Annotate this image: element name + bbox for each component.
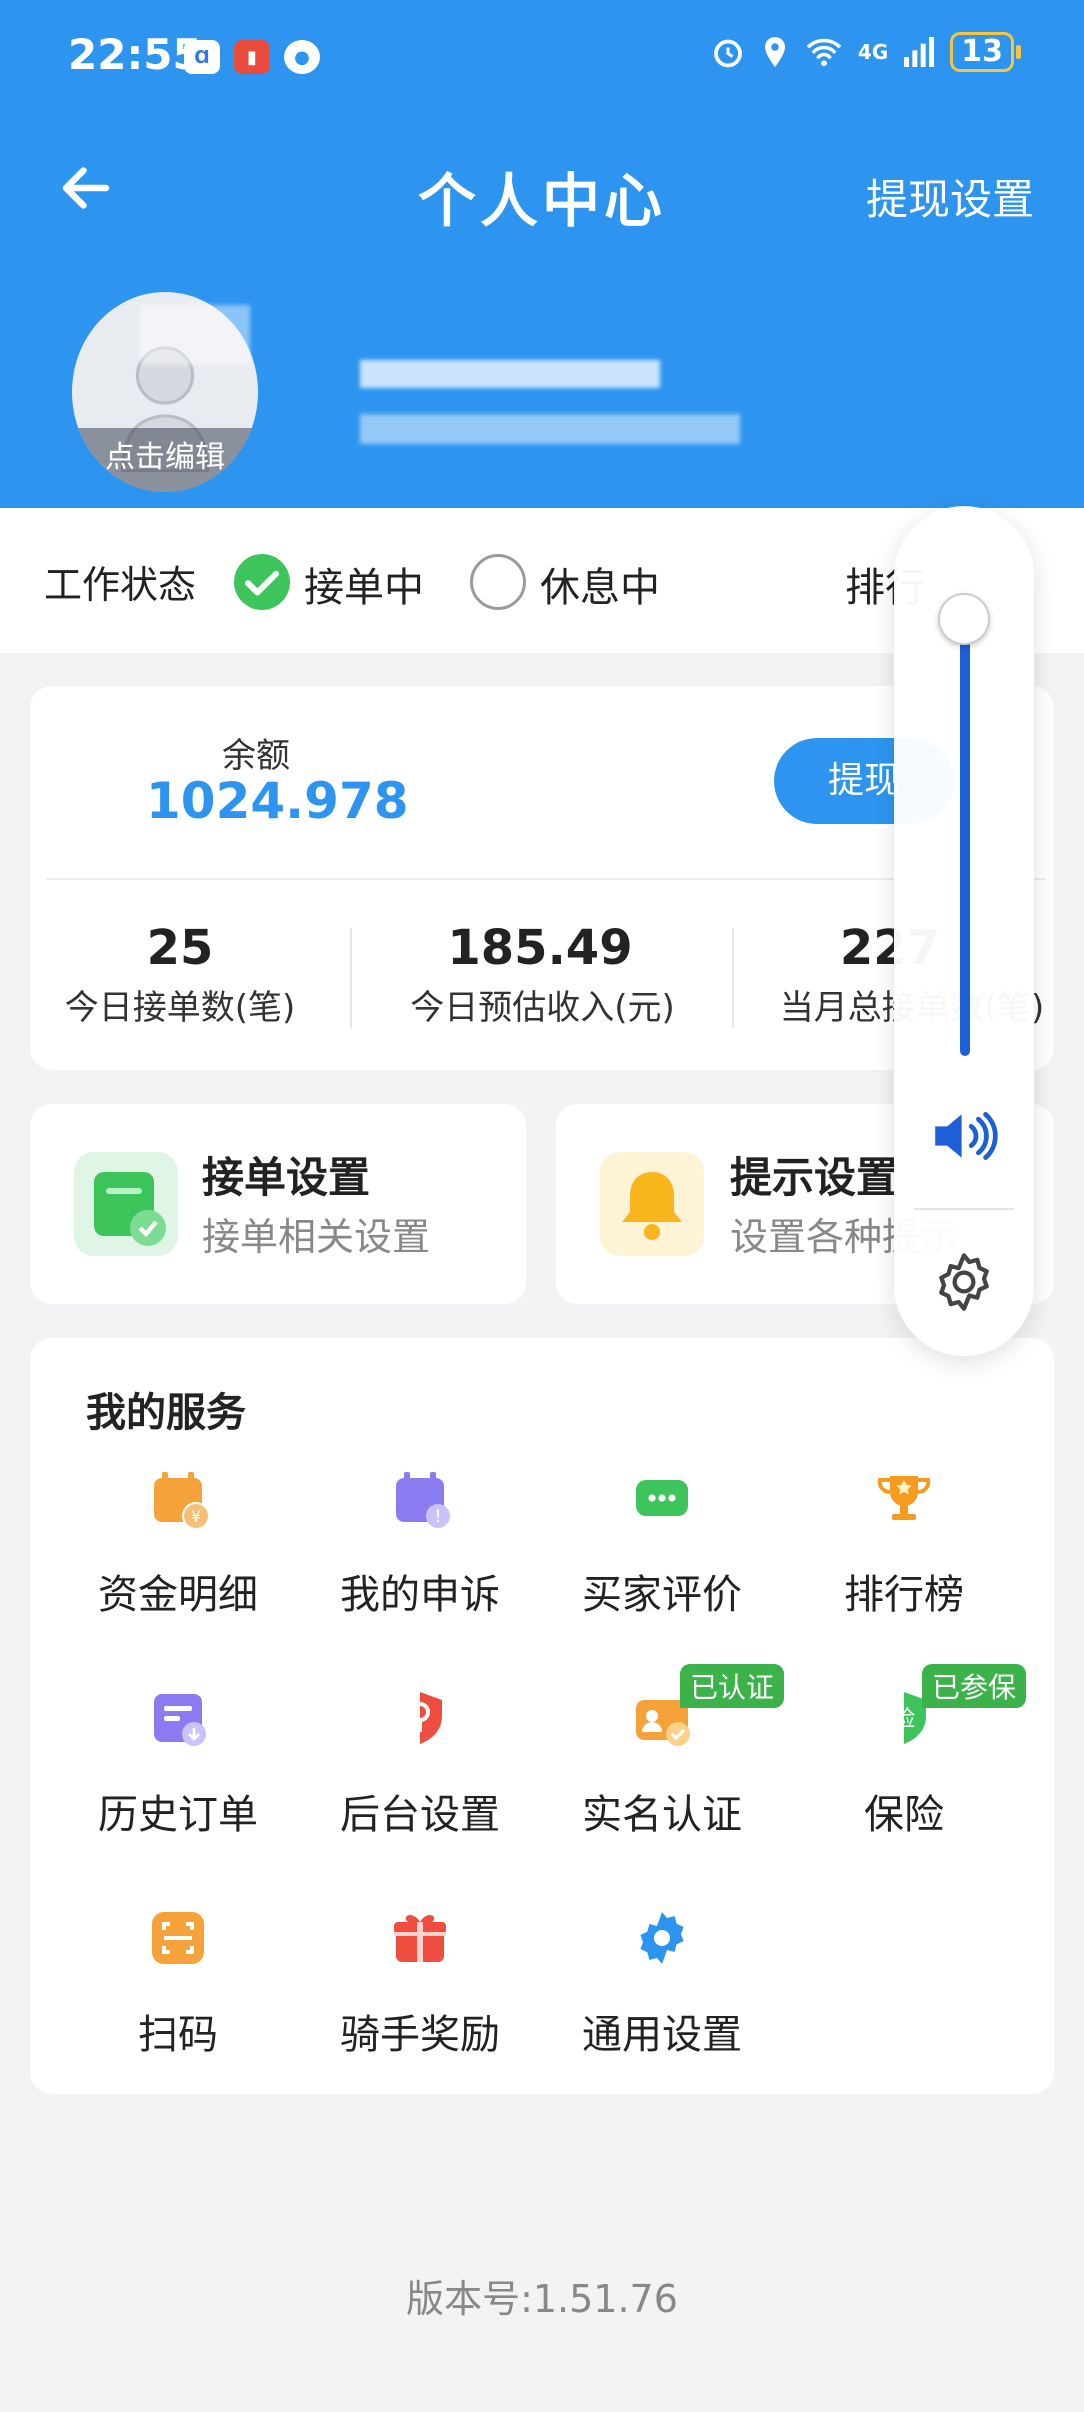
- svg-text:险: 险: [893, 1707, 915, 1732]
- checkmark-icon: [244, 570, 280, 596]
- service-status-badge: 已参保: [922, 1664, 1027, 1708]
- volume-slider-track[interactable]: [960, 619, 970, 1056]
- service-item-label[interactable]: 我的申诉: [300, 1562, 540, 1620]
- status-indicators: 4G 13: [710, 32, 1021, 72]
- volume-divider: [914, 1208, 1014, 1210]
- services-title: 我的服务: [86, 1390, 246, 1436]
- gear-icon: [640, 1912, 684, 1964]
- location-icon: [764, 37, 785, 67]
- signal-icon: [904, 37, 935, 67]
- service-status-badge: 已认证: [680, 1664, 785, 1708]
- status-bar: 22:55 Ɑ ▮ ● 4G 13: [0, 0, 1084, 110]
- service-item-label[interactable]: 实名认证: [542, 1782, 782, 1840]
- stat-divider: [732, 928, 734, 1028]
- network-type: 4G: [857, 40, 889, 64]
- stat-divider: [350, 928, 352, 1028]
- gift-icon: [394, 1915, 446, 1962]
- balance-value: 1024.978: [146, 772, 409, 830]
- service-item-label[interactable]: 保险: [784, 1782, 1024, 1840]
- notification-icons: Ɑ ▮ ●: [184, 40, 320, 74]
- service-item-label[interactable]: 通用设置: [542, 2002, 782, 2060]
- avatar-edit-label: 点击编辑: [72, 428, 258, 492]
- order-settings-subtitle: 接单相关设置: [202, 1215, 431, 1259]
- radio-resting[interactable]: [470, 554, 526, 610]
- work-status-label: 工作状态: [44, 563, 197, 607]
- svg-text:¥: ¥: [191, 1507, 201, 1526]
- redacted-block: [140, 305, 250, 365]
- alarm-icon: [714, 39, 742, 68]
- svg-text:!: !: [434, 1506, 441, 1527]
- app-notification-icon: Ɑ: [184, 40, 220, 74]
- app-notification-icon: ▮: [234, 40, 270, 74]
- service-item-label[interactable]: 买家评价: [542, 1562, 782, 1620]
- gear-icon[interactable]: [932, 1250, 996, 1314]
- service-item-label[interactable]: 历史订单: [58, 1782, 298, 1840]
- wifi-icon: [806, 38, 842, 67]
- location-shield-icon: [410, 1692, 442, 1744]
- appeal-icon: !: [396, 1472, 450, 1528]
- stat-today-orders-value: 25: [146, 920, 214, 976]
- version-text: 版本号:1.51.76: [406, 2277, 678, 2321]
- stat-today-orders-label: 今日接单数(笔): [64, 988, 296, 1028]
- stat-today-income-label: 今日预估收入(元): [410, 988, 675, 1028]
- order-settings-icon: [74, 1152, 178, 1256]
- redacted-phone: [360, 414, 740, 444]
- radio-accepting-label[interactable]: 接单中: [304, 555, 424, 613]
- message-notification-icon: ●: [284, 40, 320, 74]
- fund-detail-icon: ¥: [154, 1472, 210, 1530]
- radio-resting-label[interactable]: 休息中: [540, 555, 660, 613]
- battery-indicator: 13: [950, 32, 1021, 72]
- withdraw-settings-link[interactable]: 提现设置: [866, 166, 1034, 227]
- service-item-label[interactable]: 后台设置: [300, 1782, 540, 1840]
- header: 22:55 Ɑ ▮ ● 4G 13 个人中心 提现设置 点击编辑: [0, 0, 1084, 508]
- stat-today-income-value: 185.49: [447, 920, 633, 976]
- order-settings-title: 接单设置: [202, 1153, 371, 1202]
- trophy-icon: [877, 1476, 931, 1520]
- chat-icon: [636, 1480, 688, 1516]
- notification-settings-title: 提示设置: [730, 1153, 899, 1202]
- bell-icon: [600, 1152, 704, 1256]
- volume-slider-knob[interactable]: [938, 593, 990, 645]
- redacted-name: [360, 360, 660, 388]
- service-item-label[interactable]: 骑手奖励: [300, 2002, 540, 2060]
- balance-label: 余额: [222, 736, 290, 776]
- service-item-label[interactable]: 扫码: [58, 2002, 298, 2060]
- history-order-icon: [154, 1694, 206, 1746]
- volume-panel[interactable]: [894, 506, 1034, 1356]
- service-item-label[interactable]: 排行榜: [784, 1562, 1024, 1620]
- radio-accepting-orders[interactable]: [234, 554, 290, 610]
- speaker-icon[interactable]: [928, 1106, 1000, 1166]
- scan-icon: [152, 1912, 204, 1964]
- service-item-label[interactable]: 资金明细: [58, 1562, 298, 1620]
- status-time: 22:55: [68, 30, 202, 79]
